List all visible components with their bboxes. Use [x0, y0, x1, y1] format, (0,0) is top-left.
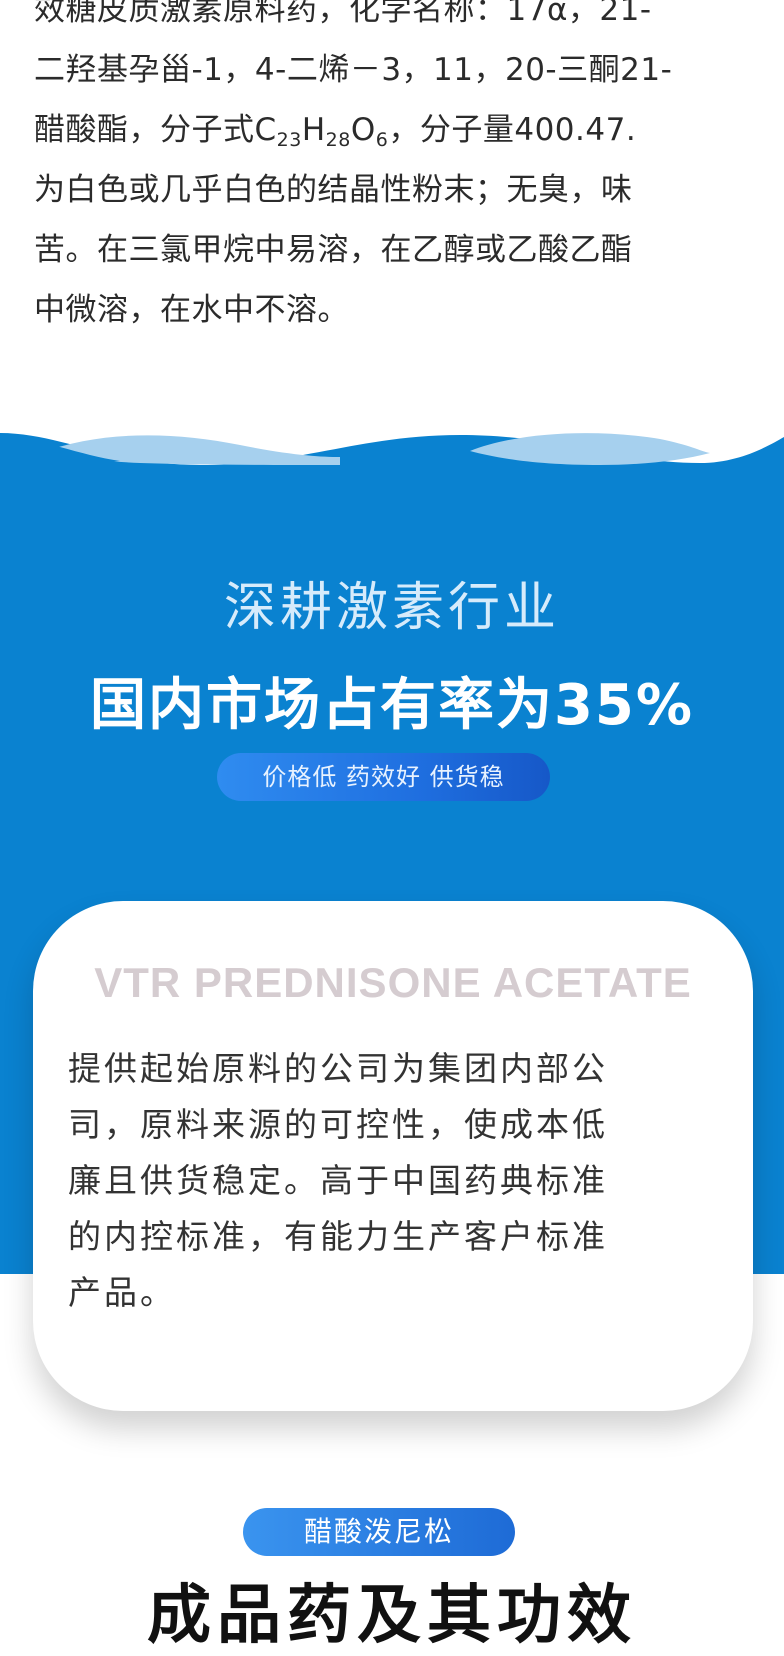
section-tag: 醋酸泼尼松 [243, 1508, 515, 1556]
intro-line: 二羟基孕甾-1，4-二烯－3，11，20-三酮21- [34, 52, 673, 88]
card-line: 的内控标准，有能力生产客户标准 [68, 1217, 608, 1256]
molecular-weight: ，分子量400.47. [388, 112, 637, 148]
formula-element: H [301, 112, 326, 148]
card-line: 司，原料来源的可控性，使成本低 [68, 1105, 608, 1144]
wave-decoration [0, 425, 784, 465]
section-title: 成品药及其功效 [147, 1579, 637, 1653]
intro-line: 为白色或几乎白色的结晶性粉末；无臭，味 [34, 172, 633, 208]
intro-line: 中微溶，在水中不溶。 [34, 292, 349, 328]
info-card: VTR PREDNISONE ACETATE 提供起始原料的公司为集团内部公 司… [33, 901, 753, 1411]
formula-subscript: 23 [276, 129, 302, 151]
card-line: 廉且供货稳定。高于中国药典标准 [68, 1161, 608, 1200]
card-line: 提供起始原料的公司为集团内部公 [68, 1049, 608, 1088]
formula-prefix: 醋酸酯，分子式C [34, 112, 277, 148]
intro-line-formula: 醋酸酯，分子式C23H28O6，分子量400.47. [34, 100, 754, 160]
formula-subscript: 6 [375, 129, 389, 151]
headline-light: 深耕激素行业 [223, 578, 560, 638]
card-body: 提供起始原料的公司为集团内部公 司，原料来源的可控性，使成本低 廉且供货稳定。高… [68, 1041, 728, 1321]
formula-element: O [350, 112, 376, 148]
feature-pill: 价格低 药效好 供货稳 [217, 753, 550, 801]
card-line: 产品。 [68, 1273, 176, 1312]
headline-market-share: 国内市场占有率为35% [89, 673, 695, 738]
intro-paragraph: 效糖皮质激素原料药，化学名称：17α，21- 二羟基孕甾-1，4-二烯－3，11… [34, 0, 754, 340]
card-title: VTR PREDNISONE ACETATE [94, 959, 692, 1006]
intro-line: 苦。在三氯甲烷中易溶，在乙醇或乙酸乙酯 [34, 232, 633, 268]
formula-subscript: 28 [325, 129, 351, 151]
intro-line: 效糖皮质激素原料药，化学名称：17α，21- [34, 0, 652, 28]
